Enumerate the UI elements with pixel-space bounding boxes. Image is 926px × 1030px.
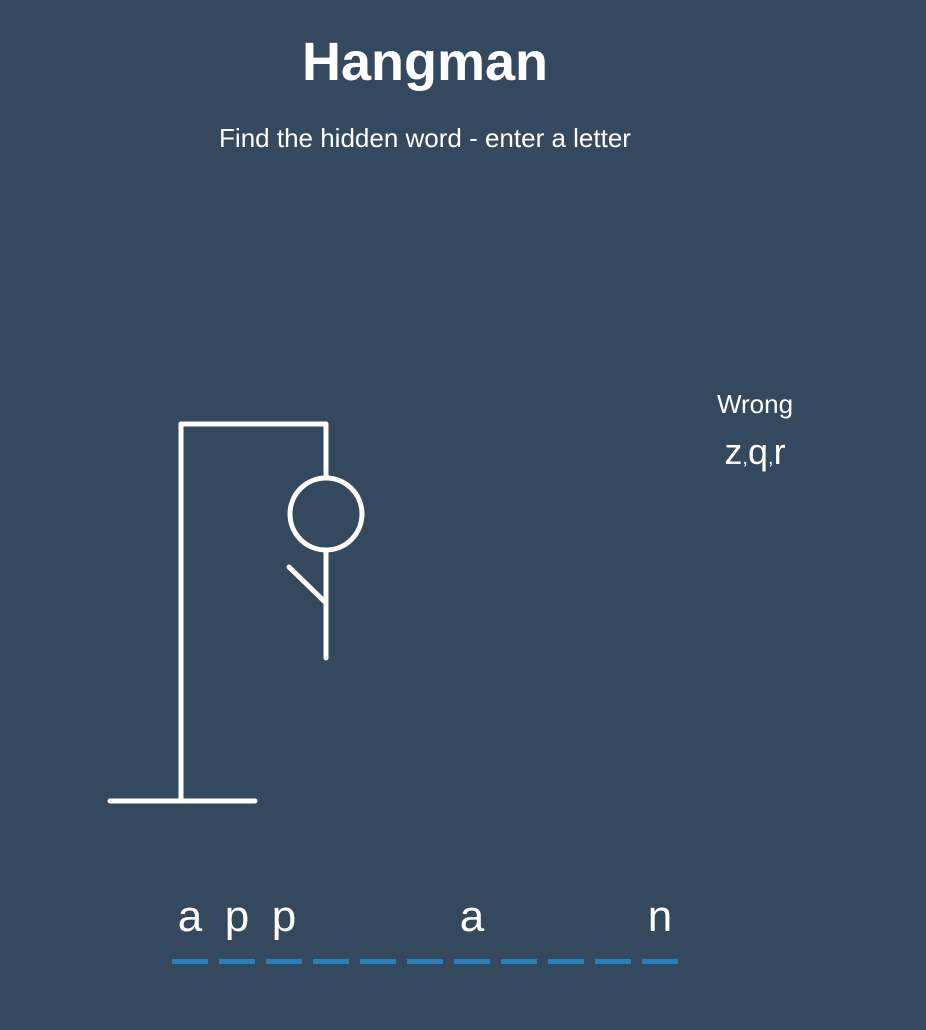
word-letter-slot: p [219, 890, 255, 964]
wrong-letters-list: z,q,r [700, 432, 810, 478]
hidden-word: a p p a n [172, 890, 689, 964]
word-letter-slot [313, 890, 349, 964]
wrong-letter: q [747, 431, 769, 472]
hangman-figure [107, 421, 365, 804]
word-letter-slot [501, 890, 537, 964]
wrong-letter: r [773, 431, 786, 472]
word-letter-slot: p [266, 890, 302, 964]
word-letter-slot: a [454, 890, 490, 964]
word-letter-slot: a [172, 890, 208, 964]
word-letter-slot [360, 890, 396, 964]
wrong-letter: z [724, 431, 743, 472]
wrong-letters-panel: Wrong z,q,r [700, 388, 810, 478]
word-letter-slot [595, 890, 631, 964]
word-letter-slot [407, 890, 443, 964]
head [287, 475, 365, 553]
left-arm [286, 564, 329, 606]
wrong-heading: Wrong [716, 389, 794, 419]
word-letter-slot: n [642, 890, 678, 964]
word-letter-slot [548, 890, 584, 964]
